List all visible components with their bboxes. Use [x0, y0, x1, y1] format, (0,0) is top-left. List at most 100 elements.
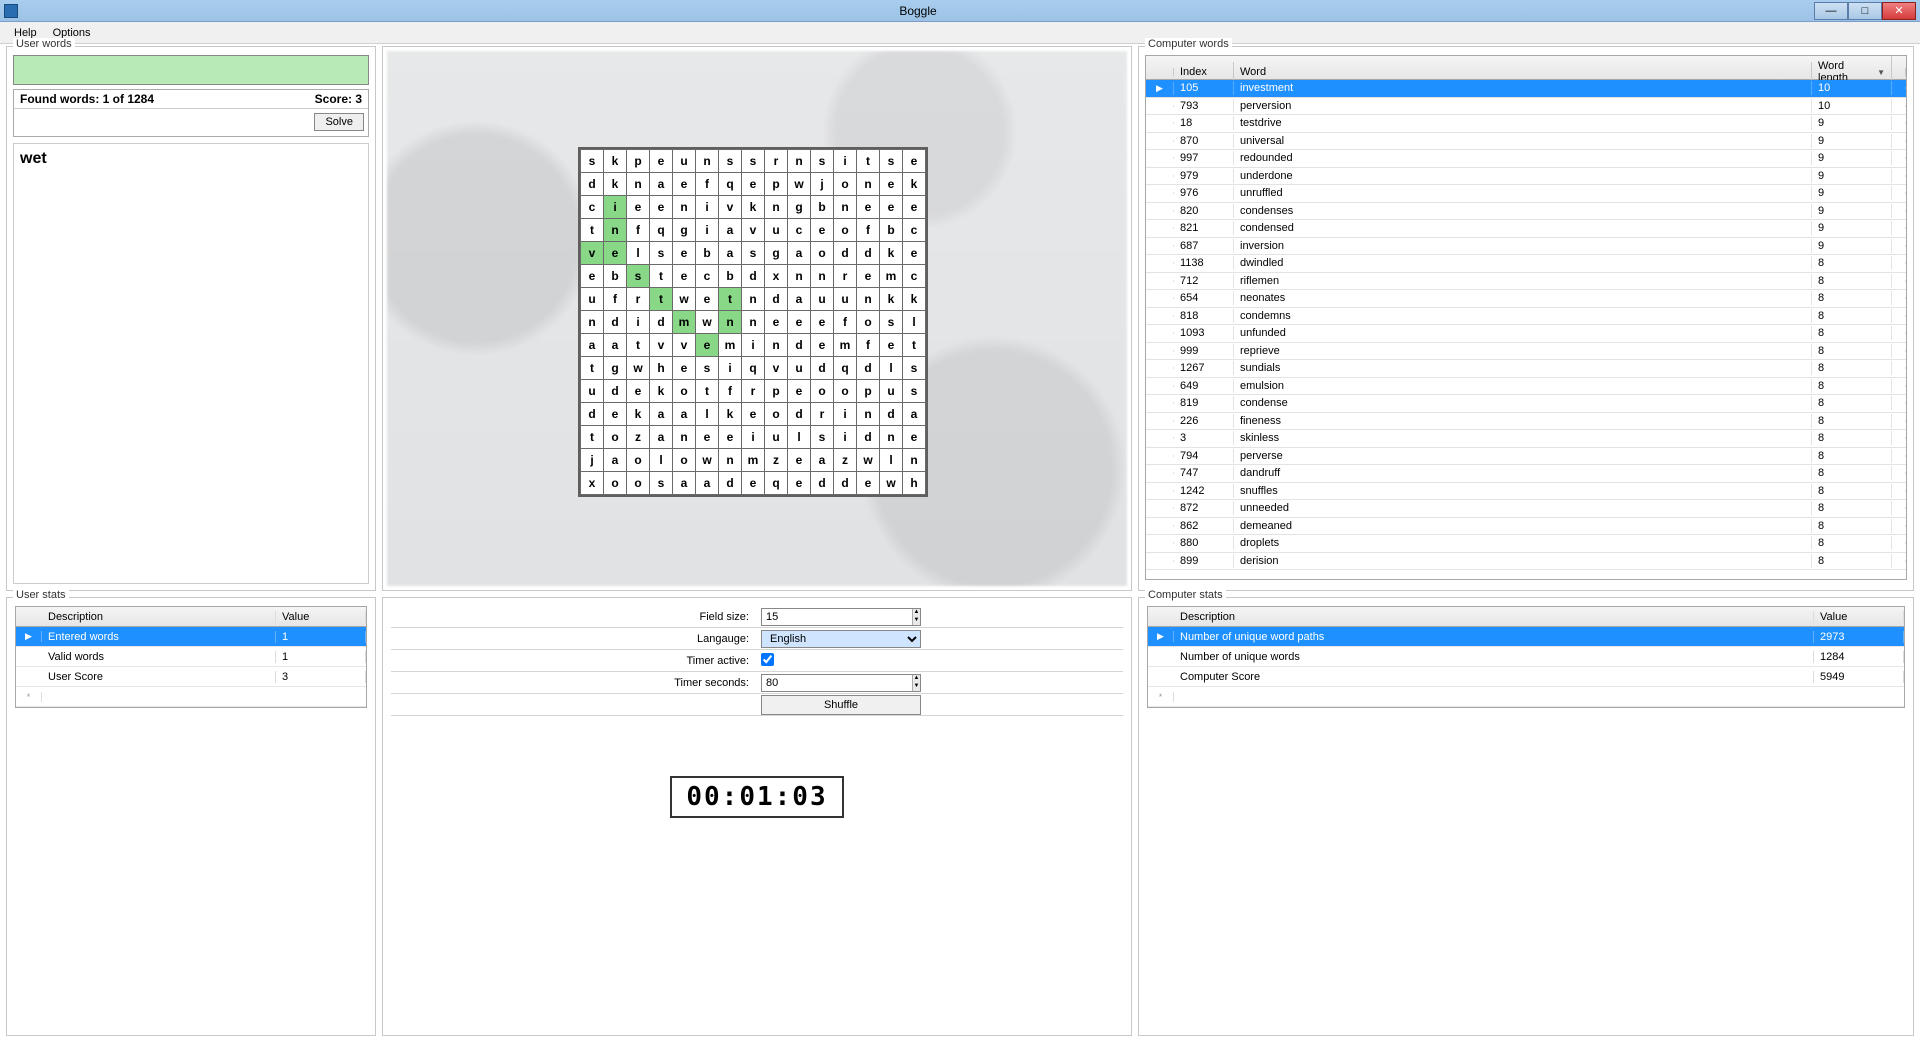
- grid-cell[interactable]: e: [627, 196, 650, 219]
- grid-cell[interactable]: o: [834, 219, 857, 242]
- grid-cell[interactable]: v: [765, 357, 788, 380]
- grid-cell[interactable]: e: [627, 380, 650, 403]
- grid-cell[interactable]: b: [696, 242, 719, 265]
- table-row[interactable]: 818condemns8: [1146, 308, 1906, 326]
- grid-cell[interactable]: u: [673, 150, 696, 173]
- grid-cell[interactable]: k: [903, 173, 926, 196]
- grid-cell[interactable]: c: [581, 196, 604, 219]
- grid-cell[interactable]: i: [834, 426, 857, 449]
- table-row[interactable]: 687inversion9: [1146, 238, 1906, 256]
- col-description[interactable]: Description: [42, 611, 276, 623]
- grid-cell[interactable]: i: [834, 403, 857, 426]
- grid-cell[interactable]: q: [650, 219, 673, 242]
- grid-cell[interactable]: v: [719, 196, 742, 219]
- grid-cell[interactable]: e: [788, 311, 811, 334]
- grid-cell[interactable]: n: [673, 196, 696, 219]
- grid-cell[interactable]: k: [650, 380, 673, 403]
- grid-cell[interactable]: a: [719, 242, 742, 265]
- grid-cell[interactable]: g: [765, 242, 788, 265]
- grid-cell[interactable]: b: [604, 265, 627, 288]
- grid-cell[interactable]: e: [673, 242, 696, 265]
- grid-cell[interactable]: e: [604, 403, 627, 426]
- grid-cell[interactable]: n: [627, 173, 650, 196]
- table-row[interactable]: 226fineness8: [1146, 413, 1906, 431]
- grid-cell[interactable]: n: [857, 173, 880, 196]
- table-row[interactable]: 747dandruff8: [1146, 465, 1906, 483]
- table-row[interactable]: ▶Entered words1: [16, 627, 366, 647]
- shuffle-button[interactable]: Shuffle: [761, 695, 921, 715]
- grid-cell[interactable]: l: [903, 311, 926, 334]
- grid-cell[interactable]: s: [581, 150, 604, 173]
- grid-cell[interactable]: g: [604, 357, 627, 380]
- grid-cell[interactable]: e: [742, 403, 765, 426]
- grid-cell[interactable]: m: [742, 449, 765, 472]
- grid-cell[interactable]: e: [673, 173, 696, 196]
- table-row[interactable]: 1267sundials8: [1146, 360, 1906, 378]
- grid-cell[interactable]: z: [627, 426, 650, 449]
- grid-cell[interactable]: i: [742, 426, 765, 449]
- table-row[interactable]: 712riflemen8: [1146, 273, 1906, 291]
- grid-cell[interactable]: k: [903, 288, 926, 311]
- grid-cell[interactable]: e: [811, 219, 834, 242]
- grid-cell[interactable]: f: [719, 380, 742, 403]
- grid-cell[interactable]: n: [857, 288, 880, 311]
- grid-cell[interactable]: e: [719, 426, 742, 449]
- grid-cell[interactable]: r: [627, 288, 650, 311]
- grid-cell[interactable]: d: [834, 472, 857, 495]
- grid-cell[interactable]: d: [788, 334, 811, 357]
- grid-cell[interactable]: w: [857, 449, 880, 472]
- table-row[interactable]: 18testdrive9: [1146, 115, 1906, 133]
- grid-cell[interactable]: e: [811, 334, 834, 357]
- grid-cell[interactable]: i: [604, 196, 627, 219]
- grid-cell[interactable]: k: [742, 196, 765, 219]
- grid-cell[interactable]: a: [696, 472, 719, 495]
- grid-cell[interactable]: n: [696, 150, 719, 173]
- grid-cell[interactable]: a: [788, 288, 811, 311]
- grid-cell[interactable]: v: [673, 334, 696, 357]
- grid-cell[interactable]: n: [742, 311, 765, 334]
- grid-cell[interactable]: b: [719, 265, 742, 288]
- grid-cell[interactable]: h: [903, 472, 926, 495]
- grid-cell[interactable]: d: [719, 472, 742, 495]
- grid-cell[interactable]: o: [834, 173, 857, 196]
- letter-grid[interactable]: skpeunssrnsitsedknaefqepwjonekcieenivkng…: [578, 147, 928, 497]
- grid-cell[interactable]: d: [857, 357, 880, 380]
- grid-cell[interactable]: v: [650, 334, 673, 357]
- field-size-spinner[interactable]: ▲▼: [761, 608, 921, 626]
- grid-cell[interactable]: o: [627, 472, 650, 495]
- grid-cell[interactable]: p: [765, 380, 788, 403]
- grid-cell[interactable]: w: [696, 311, 719, 334]
- grid-cell[interactable]: e: [650, 196, 673, 219]
- grid-cell[interactable]: r: [811, 403, 834, 426]
- grid-cell[interactable]: g: [673, 219, 696, 242]
- language-select[interactable]: English: [761, 630, 921, 648]
- table-row[interactable]: Valid words1: [16, 647, 366, 667]
- grid-cell[interactable]: s: [880, 150, 903, 173]
- grid-cell[interactable]: s: [742, 242, 765, 265]
- grid-cell[interactable]: p: [627, 150, 650, 173]
- grid-cell[interactable]: d: [811, 357, 834, 380]
- computer-stats-grid[interactable]: Description Value ▶Number of unique word…: [1147, 606, 1905, 708]
- grid-cell[interactable]: n: [581, 311, 604, 334]
- grid-cell[interactable]: a: [650, 403, 673, 426]
- grid-cell[interactable]: s: [811, 426, 834, 449]
- grid-cell[interactable]: d: [604, 380, 627, 403]
- grid-cell[interactable]: d: [834, 242, 857, 265]
- grid-cell[interactable]: a: [581, 334, 604, 357]
- grid-cell[interactable]: e: [903, 196, 926, 219]
- grid-cell[interactable]: e: [650, 150, 673, 173]
- minimize-button[interactable]: —: [1814, 2, 1848, 20]
- solve-button[interactable]: Solve: [314, 113, 364, 131]
- grid-cell[interactable]: e: [788, 449, 811, 472]
- grid-cell[interactable]: u: [765, 426, 788, 449]
- grid-cell[interactable]: z: [834, 449, 857, 472]
- grid-cell[interactable]: m: [719, 334, 742, 357]
- grid-cell[interactable]: h: [650, 357, 673, 380]
- grid-cell[interactable]: n: [719, 449, 742, 472]
- grid-cell[interactable]: q: [742, 357, 765, 380]
- table-row[interactable]: 794perverse8: [1146, 448, 1906, 466]
- grid-cell[interactable]: t: [627, 334, 650, 357]
- table-row[interactable]: 821condensed9: [1146, 220, 1906, 238]
- grid-cell[interactable]: l: [627, 242, 650, 265]
- table-row[interactable]: ▶Number of unique word paths2973: [1148, 627, 1904, 647]
